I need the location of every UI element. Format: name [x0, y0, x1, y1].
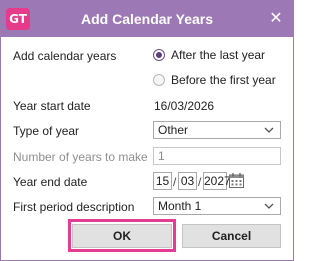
year-end-label: Year end date [13, 175, 88, 189]
dialog-title: Add Calendar Years [80, 11, 214, 27]
chevron-down-icon [264, 127, 274, 133]
year-end-month: 03 [180, 174, 195, 188]
year-end-day-input[interactable]: 15 [153, 172, 172, 190]
date-separator: / [173, 175, 177, 189]
num-years-label: Number of years to make [13, 150, 148, 164]
first-period-select[interactable]: Month 1 [153, 197, 281, 215]
ok-button[interactable]: OK [72, 224, 172, 248]
cancel-button[interactable]: Cancel [182, 224, 281, 248]
first-period-value: Month 1 [158, 199, 202, 213]
radio-before-label: Before the first year [171, 73, 276, 87]
date-separator: / [198, 175, 202, 189]
title-bar: GT Add Calendar Years ✕ [1, 1, 293, 37]
radio-after-last-year[interactable]: After the last year [153, 47, 265, 63]
year-end-day: 15 [155, 174, 170, 188]
chevron-down-icon [264, 203, 274, 209]
add-calendar-years-dialog: GT Add Calendar Years ✕ Add calendar yea… [0, 0, 294, 261]
year-start-label: Year start date [13, 99, 91, 113]
num-years-input[interactable]: 1 [153, 147, 281, 165]
first-period-label: First period description [13, 200, 135, 214]
year-end-year: 2027 [204, 174, 231, 188]
num-years-value: 1 [158, 149, 165, 163]
year-end-year-input[interactable]: 2027 [203, 172, 231, 190]
radio-button-unchecked[interactable] [153, 74, 165, 86]
radio-before-first-year[interactable]: Before the first year [153, 72, 276, 88]
radio-after-label: After the last year [171, 48, 266, 62]
year-end-month-input[interactable]: 03 [178, 172, 197, 190]
close-icon[interactable]: ✕ [267, 10, 285, 28]
radio-button-checked[interactable] [153, 49, 165, 61]
type-of-year-label: Type of year [13, 124, 80, 138]
calendar-icon[interactable] [228, 172, 245, 189]
year-start-value: 16/03/2026 [154, 99, 215, 113]
type-of-year-value: Other [158, 123, 189, 137]
type-of-year-select[interactable]: Other [153, 121, 281, 139]
add-years-label: Add calendar years [13, 49, 117, 63]
